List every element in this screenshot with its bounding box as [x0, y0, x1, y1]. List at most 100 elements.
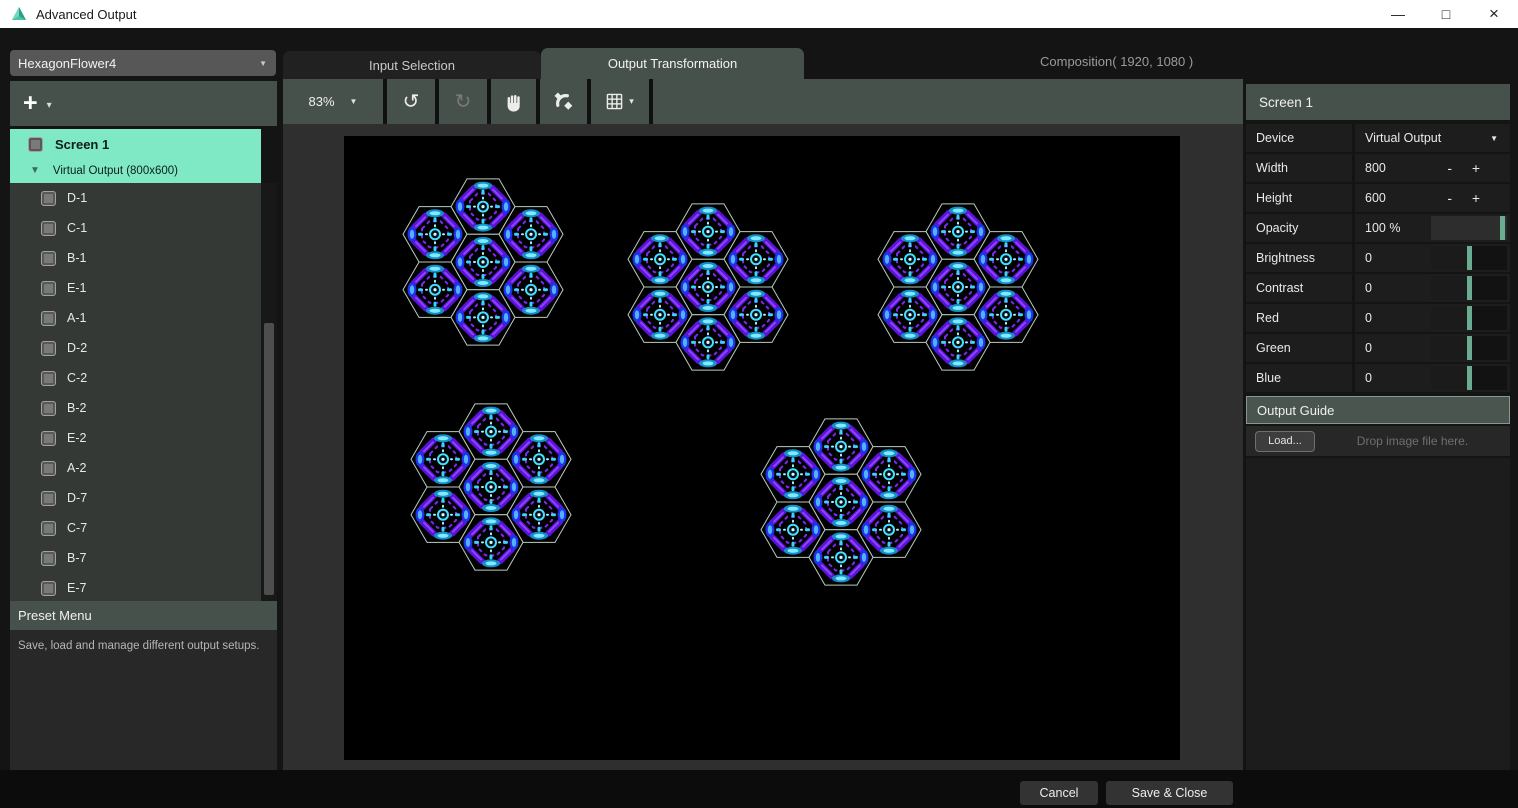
load-image-button[interactable]: Load...: [1255, 431, 1315, 452]
slice-label: E-1: [67, 281, 86, 295]
property-value-field[interactable]: 0: [1355, 304, 1510, 332]
property-value-field[interactable]: 0: [1355, 274, 1510, 302]
property-row-device: DeviceVirtual Output▼: [1246, 124, 1510, 152]
slice-checkbox[interactable]: [41, 401, 56, 416]
maximize-button[interactable]: □: [1422, 0, 1470, 28]
slider-handle[interactable]: [1467, 336, 1472, 360]
slice-checkbox[interactable]: [41, 431, 56, 446]
slice-row[interactable]: C-2: [10, 363, 261, 393]
slice-checkbox[interactable]: [41, 461, 56, 476]
tab-input-selection[interactable]: Input Selection: [283, 51, 541, 79]
zoom-level-dropdown[interactable]: 83% ▼: [283, 79, 383, 124]
slider-track-fill: [1431, 276, 1469, 300]
decrement-button[interactable]: -: [1447, 160, 1452, 176]
slice-checkbox[interactable]: [41, 581, 56, 596]
slice-row[interactable]: E-1: [10, 273, 261, 303]
slice-row[interactable]: D-1: [10, 183, 261, 213]
slice-row[interactable]: E-7: [10, 573, 261, 601]
property-value-text: 600: [1365, 191, 1386, 205]
output-workspace[interactable]: [283, 124, 1243, 770]
property-value-field[interactable]: Virtual Output▼: [1355, 124, 1510, 152]
hexflower-cluster[interactable]: [628, 204, 788, 370]
slice-row[interactable]: C-1: [10, 213, 261, 243]
device-tree-row[interactable]: ▼ Virtual Output (800x600): [10, 159, 261, 183]
slice-checkbox[interactable]: [41, 251, 56, 266]
slice-row[interactable]: A-1: [10, 303, 261, 333]
slider-handle[interactable]: [1467, 246, 1472, 270]
screen-tree-row[interactable]: Screen 1: [10, 129, 261, 159]
tree-collapse-icon[interactable]: ▼: [30, 166, 40, 176]
slice-checkbox[interactable]: [41, 221, 56, 236]
hexflower-cluster[interactable]: [761, 419, 921, 585]
grid-options-button[interactable]: ▾: [591, 79, 649, 124]
slider-handle[interactable]: [1467, 306, 1472, 330]
output-guide-title: Output Guide: [1257, 403, 1334, 418]
redo-button[interactable]: ↻: [439, 79, 487, 124]
slice-row[interactable]: E-2: [10, 423, 261, 453]
slice-row[interactable]: B-1: [10, 243, 261, 273]
slice-checkbox[interactable]: [41, 521, 56, 536]
slider-track[interactable]: [1431, 306, 1507, 330]
slider-track[interactable]: [1431, 366, 1507, 390]
add-screen-dropdown-icon[interactable]: ▾: [47, 100, 52, 111]
slice-row[interactable]: B-2: [10, 393, 261, 423]
slider-track-fill: [1431, 336, 1469, 360]
output-guide-row: Load... Drop image file here.: [1246, 426, 1510, 456]
add-screen-button[interactable]: +: [23, 91, 38, 116]
slider-handle[interactable]: [1467, 276, 1472, 300]
slider-track[interactable]: [1431, 276, 1507, 300]
slider-track[interactable]: [1431, 336, 1507, 360]
undo-button[interactable]: ↺: [387, 79, 435, 124]
decrement-button[interactable]: -: [1447, 190, 1452, 206]
slice-checkbox[interactable]: [41, 371, 56, 386]
minimize-button[interactable]: —: [1374, 0, 1422, 28]
slice-row[interactable]: B-7: [10, 543, 261, 573]
slider-track[interactable]: [1431, 246, 1507, 270]
drop-image-zone[interactable]: Drop image file here.: [1315, 434, 1510, 448]
slice-checkbox[interactable]: [41, 191, 56, 206]
property-value-field[interactable]: 100 %: [1355, 214, 1510, 242]
slice-checkbox[interactable]: [41, 341, 56, 356]
screen-properties-title: Screen 1: [1259, 95, 1313, 110]
slice-row[interactable]: A-2: [10, 453, 261, 483]
property-label: Height: [1246, 184, 1352, 212]
property-row-opacity: Opacity100 %: [1246, 214, 1510, 242]
slider-handle[interactable]: [1500, 216, 1505, 240]
slice-label: C-7: [67, 521, 87, 535]
property-value-field[interactable]: 0: [1355, 334, 1510, 362]
property-value-field[interactable]: 800-+: [1355, 154, 1510, 182]
hexflower-cluster[interactable]: [403, 179, 563, 345]
cancel-button[interactable]: Cancel: [1020, 781, 1098, 805]
slice-checkbox[interactable]: [41, 491, 56, 506]
slice-row[interactable]: C-7: [10, 513, 261, 543]
tab-output-transformation[interactable]: Output Transformation: [541, 48, 804, 79]
output-canvas[interactable]: [344, 136, 1180, 760]
screen-checkbox[interactable]: [28, 137, 43, 152]
property-row-brightness: Brightness0: [1246, 244, 1510, 272]
slider-track[interactable]: [1431, 216, 1507, 240]
screen-tree-selection[interactable]: Screen 1 ▼ Virtual Output (800x600): [10, 129, 261, 183]
slice-checkbox[interactable]: [41, 281, 56, 296]
property-value-field[interactable]: 0: [1355, 364, 1510, 392]
close-button[interactable]: ×: [1470, 0, 1518, 28]
chevron-down-icon[interactable]: ▼: [1490, 134, 1498, 143]
slider-handle[interactable]: [1467, 366, 1472, 390]
slice-checkbox[interactable]: [41, 311, 56, 326]
scrollbar-thumb[interactable]: [264, 323, 274, 595]
property-row-blue: Blue0: [1246, 364, 1510, 392]
slice-row[interactable]: D-7: [10, 483, 261, 513]
screen-preset-dropdown[interactable]: HexagonFlower4 ▼: [10, 50, 276, 76]
pan-tool-button[interactable]: [491, 79, 536, 124]
save-close-button[interactable]: Save & Close: [1106, 781, 1233, 805]
hexflower-cluster[interactable]: [411, 404, 571, 570]
property-value-field[interactable]: 0: [1355, 244, 1510, 272]
increment-button[interactable]: +: [1472, 190, 1480, 206]
slice-row[interactable]: D-2: [10, 333, 261, 363]
hexflower-cluster[interactable]: [878, 204, 1038, 370]
slice-label: D-7: [67, 491, 87, 505]
slice-list-scrollbar[interactable]: [261, 183, 277, 601]
increment-button[interactable]: +: [1472, 160, 1480, 176]
snap-tool-button[interactable]: [540, 79, 587, 124]
property-value-field[interactable]: 600 - +: [1355, 184, 1510, 212]
slice-checkbox[interactable]: [41, 551, 56, 566]
